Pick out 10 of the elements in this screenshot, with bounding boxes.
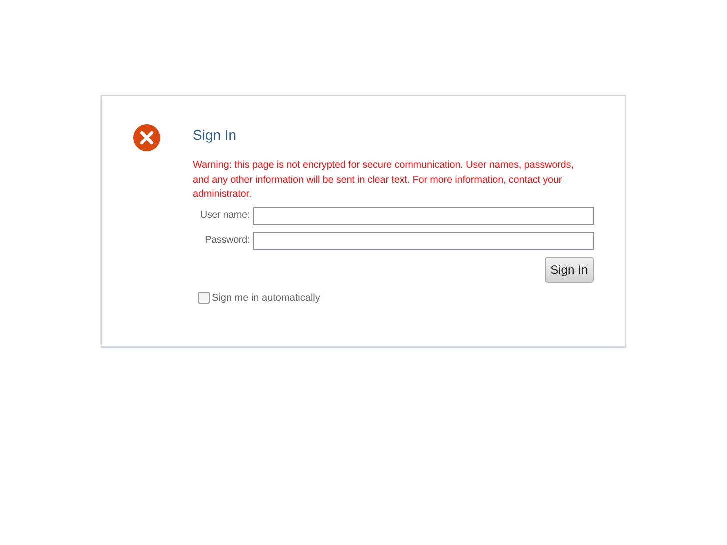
sign-in-button[interactable]: Sign In <box>544 256 594 282</box>
field-label: User name: <box>199 209 251 223</box>
dialog-title: Sign In <box>193 126 238 144</box>
warning-message: Warning: this page is not encrypted for secure communication. User names, passwords, and any other information will be sent in clear text. For more information, contact your administrator. <box>193 159 575 202</box>
username-field[interactable] <box>253 206 594 224</box>
field-label: Password: <box>204 234 251 248</box>
password-field[interactable] <box>253 232 594 250</box>
error-icon <box>133 124 161 152</box>
sign-in-automatically-checkbox[interactable] <box>198 292 210 304</box>
checkbox-label: Sign me in automatically <box>212 292 320 306</box>
